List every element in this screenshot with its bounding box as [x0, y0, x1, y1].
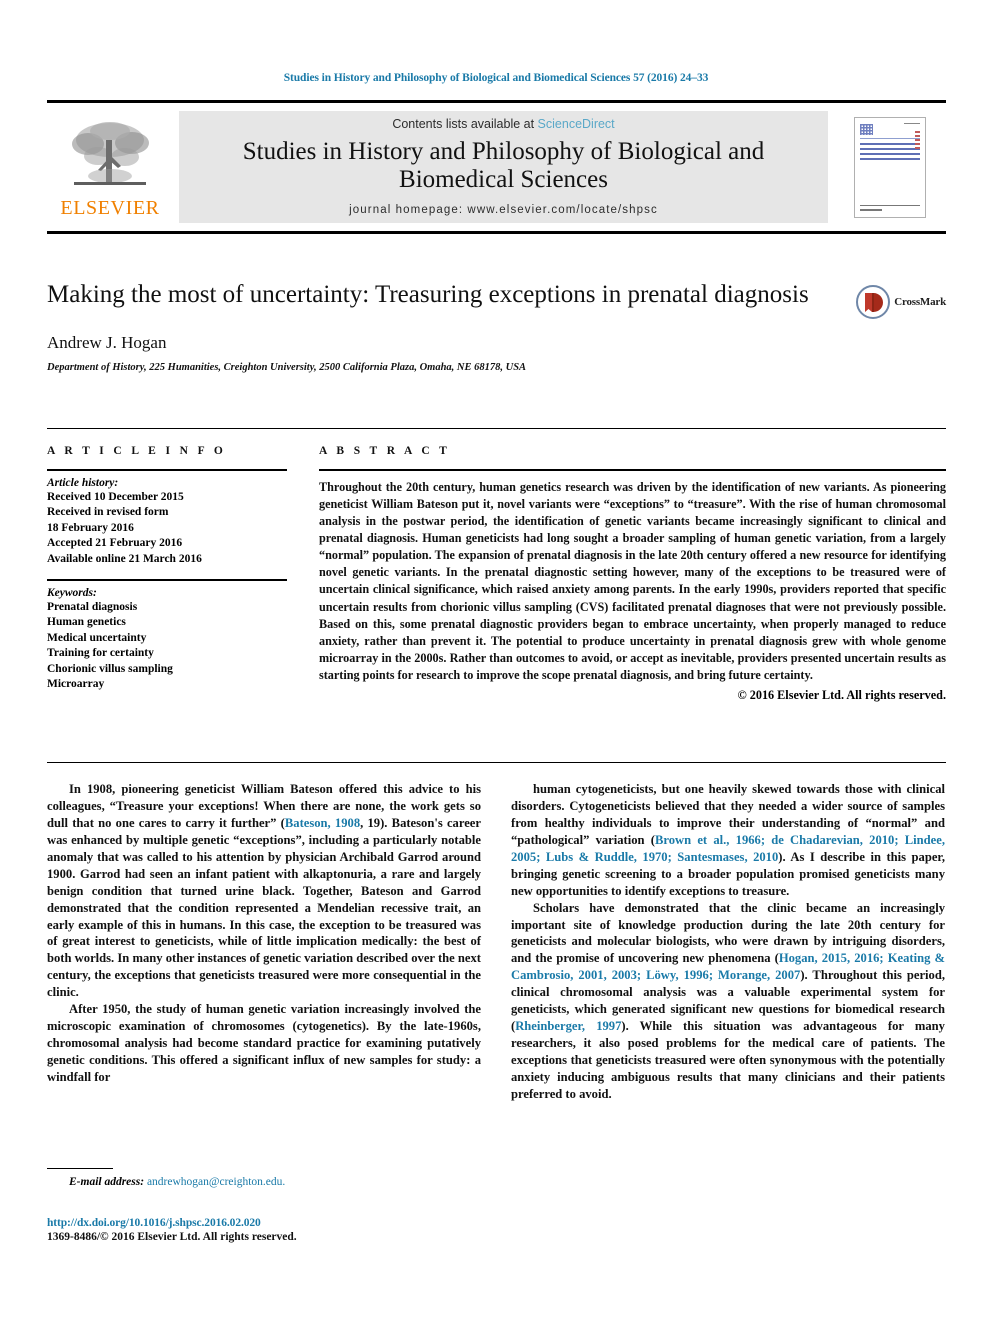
history-line: Available online 21 March 2016 — [47, 552, 202, 565]
author-affiliation: Department of History, 225 Humanities, C… — [47, 361, 527, 373]
journal-homepage[interactable]: journal homepage: www.elsevier.com/locat… — [349, 204, 658, 216]
footnote-text: E-mail address: andrewhogan@creighton.ed… — [47, 1176, 467, 1188]
history-line: Received 10 December 2015 — [47, 491, 184, 503]
keyword-item: Training for certainty — [47, 647, 154, 660]
keyword-item: Prenatal diagnosis — [47, 601, 138, 614]
keyword-item: Microarray — [47, 678, 105, 691]
cover-logo-icon — [860, 123, 873, 135]
body-right-column: human cytogeneticists, but one heavily s… — [511, 781, 945, 1103]
article-history-group: Article history: Received 10 December 20… — [47, 471, 287, 567]
keyword-item: Human genetics — [47, 616, 126, 629]
title-block: Making the most of uncertainty: Treasuri… — [47, 280, 946, 373]
history-line: Received in revised form — [47, 506, 169, 519]
cover-divider — [860, 137, 920, 139]
article-info-column: A R T I C L E I N F O Article history: R… — [47, 445, 287, 703]
cover-title-lines — [860, 142, 920, 160]
cover-image — [854, 116, 926, 218]
footnote-rule — [47, 1168, 113, 1169]
history-line: 18 February 2016 — [47, 521, 134, 534]
contents-available-line: Contents lists available at ScienceDirec… — [392, 117, 614, 131]
footnote-block: E-mail address: andrewhogan@creighton.ed… — [47, 1168, 467, 1188]
cover-topright-mark — [904, 122, 920, 124]
citation-link[interactable]: Rheinberger, 1997 — [515, 1019, 621, 1033]
citation-link[interactable]: Bateson, 1908 — [285, 816, 360, 830]
cover-footer — [860, 204, 920, 211]
body-paragraph: In 1908, pioneering geneticist William B… — [47, 781, 481, 1001]
elsevier-tree-icon — [72, 122, 149, 185]
article-title: Making the most of uncertainty: Treasuri… — [47, 281, 809, 308]
email-link[interactable]: andrewhogan@creighton.edu. — [147, 1176, 285, 1188]
keywords-label: Keywords: — [47, 587, 97, 600]
email-address-label: E-mail address: — [69, 1176, 145, 1188]
keyword-item: Chorionic villus sampling — [47, 662, 173, 675]
paragraph-text: , 19). Bateson's career was enhanced by … — [47, 815, 481, 1000]
sciencedirect-link[interactable]: ScienceDirect — [538, 117, 615, 131]
elsevier-logo: ELSEVIER — [47, 103, 173, 231]
paper-page: Studies in History and Philosophy of Bio… — [0, 0, 992, 1323]
page-footer: http://dx.doi.org/10.1016/j.shpsc.2016.0… — [47, 1217, 547, 1243]
article-history-label: Article history: — [47, 477, 119, 489]
abstract-heading: A B S T R A C T — [319, 445, 451, 457]
crossmark-badge[interactable]: CrossMark — [856, 285, 946, 319]
journal-masthead: ELSEVIER Contents lists available at Sci… — [47, 100, 946, 234]
author-name: Andrew J. Hogan — [47, 332, 167, 352]
issn-copyright-line: 1369-8486/© 2016 Elsevier Ltd. All right… — [47, 1231, 297, 1243]
journal-cover-thumbnail — [834, 103, 946, 231]
cover-volume-bars — [915, 130, 920, 151]
crossmark-icon — [856, 285, 891, 319]
crossmark-label: CrossMark — [894, 296, 946, 308]
keywords-group: Keywords: Prenatal diagnosis Human genet… — [47, 581, 287, 692]
abstract-column: A B S T R A C T Throughout the 20th cent… — [319, 445, 946, 703]
journal-title: Studies in History and Philosophy of Bio… — [242, 137, 765, 193]
running-head: Studies in History and Philosophy of Bio… — [283, 72, 709, 84]
article-info-heading: A R T I C L E I N F O — [47, 445, 227, 457]
masthead-center: Contents lists available at ScienceDirec… — [179, 111, 828, 223]
body-paragraph: human cytogeneticists, but one heavily s… — [511, 781, 945, 900]
abstract-text: Throughout the 20th century, human genet… — [319, 480, 946, 682]
keyword-item: Medical uncertainty — [47, 631, 147, 644]
body-paragraph: Scholars have demonstrated that the clin… — [511, 900, 945, 1103]
body-left-column: In 1908, pioneering geneticist William B… — [47, 781, 481, 1103]
body-paragraph: After 1950, the study of human genetic v… — [47, 1002, 481, 1084]
history-line: Accepted 21 February 2016 — [47, 537, 183, 550]
body-section: In 1908, pioneering geneticist William B… — [47, 762, 946, 1103]
abstract-copyright: © 2016 Elsevier Ltd. All rights reserved… — [737, 687, 946, 702]
contents-prefix: Contents lists available at — [392, 116, 538, 131]
elsevier-wordmark: ELSEVIER — [60, 197, 160, 219]
info-abstract-section: A R T I C L E I N F O Article history: R… — [47, 428, 946, 703]
doi-link[interactable]: http://dx.doi.org/10.1016/j.shpsc.2016.0… — [47, 1217, 547, 1229]
